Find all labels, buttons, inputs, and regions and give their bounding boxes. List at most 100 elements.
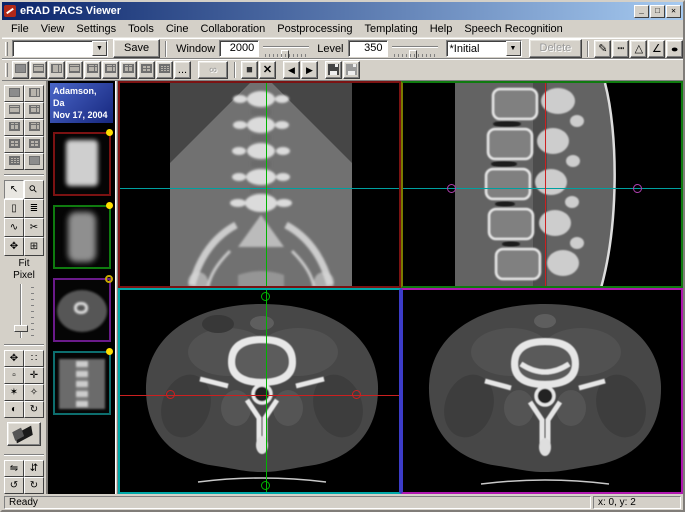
layout-2x2-button[interactable] (102, 61, 119, 79)
pencil-tool-button[interactable]: ✎ (594, 40, 611, 58)
thumbnail-scout-frontal[interactable] (53, 132, 111, 196)
ruler-tool-button[interactable]: ┉ (612, 40, 629, 58)
layout-1plus2-button[interactable] (66, 61, 83, 79)
layout-custom-button[interactable]: ... (174, 61, 191, 79)
palette-layout-3x3-button[interactable] (4, 136, 24, 153)
eraser-button[interactable] (7, 422, 41, 446)
menu-file[interactable]: File (5, 21, 35, 37)
layout-1plus3-button[interactable] (84, 61, 101, 79)
toolbar-grip[interactable] (5, 63, 8, 77)
angle-tool-button[interactable]: △ (630, 40, 647, 58)
palette-layout-2cols-button[interactable] (24, 85, 44, 102)
enhance-button[interactable]: ✶ (4, 384, 24, 401)
maximize-button[interactable]: □ (650, 5, 665, 18)
patient-banner[interactable]: Adamson, Da Nov 17, 2004 (50, 83, 113, 123)
palette-layout-2x2-button[interactable] (24, 102, 44, 119)
crosshair-handle[interactable] (633, 184, 642, 193)
viewport-axial[interactable] (401, 288, 684, 495)
link-series-button[interactable]: ∞ (198, 61, 228, 79)
flip-vertical-button[interactable]: ⇵ (24, 460, 44, 477)
state-combobox[interactable]: *Initial ▼ (446, 40, 522, 57)
crosshair-vertical[interactable] (266, 290, 267, 493)
crop-tool-button[interactable]: ✂ (24, 218, 44, 237)
pointer-tool-button[interactable]: ↖ (4, 180, 24, 199)
thumbnail-coronal[interactable] (53, 351, 111, 415)
window-slider-track[interactable] (263, 46, 309, 48)
crosshair-handle[interactable] (261, 481, 270, 490)
palette-layout-3x2-button[interactable] (4, 119, 24, 136)
viewport-coronal[interactable] (118, 81, 401, 288)
previous-series-button[interactable]: ◀ (283, 61, 300, 79)
crosshair-handle[interactable] (447, 184, 456, 193)
level-slider[interactable] (392, 41, 438, 57)
pan-tool-button[interactable]: ✥ (4, 237, 24, 256)
zoom-slider-thumb[interactable] (14, 325, 28, 332)
magnifier-tool-button[interactable]: ⚲ (24, 180, 44, 199)
pixel-label[interactable]: Pixel (13, 270, 35, 282)
stack-scroll-tool-button[interactable]: ≣ (24, 199, 44, 218)
next-series-button[interactable]: ▶ (301, 61, 318, 79)
menu-collaboration[interactable]: Collaboration (194, 21, 271, 37)
refresh-button[interactable]: ↻ (24, 401, 44, 418)
palette-layout-1x1-button[interactable] (4, 85, 24, 102)
crosshair-button[interactable]: ✛ (24, 367, 44, 384)
dot-grid-button[interactable]: ∷ (24, 350, 44, 367)
preset-combobox[interactable]: ▼ (12, 40, 108, 57)
zoom-slider[interactable] (11, 284, 37, 338)
sharpen-button[interactable]: ✧ (24, 384, 44, 401)
palette-layout-current-button[interactable] (24, 153, 44, 170)
palette-layout-2x2b-button[interactable] (24, 119, 44, 136)
level-value-field[interactable]: 350 (348, 40, 388, 57)
ellipse-roi-tool-button[interactable]: ● (666, 40, 683, 58)
crosshair-vertical[interactable] (266, 83, 267, 286)
chevron-down-icon[interactable]: ▼ (92, 41, 107, 56)
menu-templating[interactable]: Templating (359, 21, 424, 37)
window-value-field[interactable]: 2000 (219, 40, 259, 57)
window-slider[interactable] (263, 41, 309, 57)
save-button[interactable]: Save (113, 39, 160, 58)
roi-box-button[interactable]: ▫ (4, 367, 24, 384)
close-series-button[interactable]: ✕ (259, 61, 276, 79)
invert-button[interactable]: ◐ (4, 401, 24, 418)
crosshair-handle[interactable] (261, 292, 270, 301)
crosshair-vertical[interactable] (545, 83, 546, 286)
layout-4x4-button[interactable] (156, 61, 173, 79)
contrast-curve-tool-button[interactable]: ∿ (4, 218, 24, 237)
menu-help[interactable]: Help (424, 21, 459, 37)
window-level-tool-button[interactable]: ▯ (4, 199, 24, 218)
reset-pan-button[interactable]: ✥ (4, 350, 24, 367)
fit-label[interactable]: Fit (13, 258, 35, 270)
thumbnail-scout-lateral[interactable] (53, 205, 111, 269)
viewport-axial-reference[interactable] (118, 288, 401, 495)
toolbar-grip[interactable] (5, 42, 8, 56)
minimize-button[interactable]: _ (634, 5, 649, 18)
crosshair-horizontal[interactable] (120, 188, 399, 189)
menu-view[interactable]: View (35, 21, 71, 37)
crosshair-handle[interactable] (352, 390, 361, 399)
layout-2rows-button[interactable] (30, 61, 47, 79)
thumbnail-axial[interactable] (53, 278, 111, 342)
rotate-ccw-button[interactable]: ↺ (4, 477, 24, 494)
viewport-sagittal[interactable] (401, 81, 684, 288)
delete-button[interactable]: Delete (529, 39, 583, 58)
layout-3x3-button[interactable] (138, 61, 155, 79)
palette-layout-3x3b-button[interactable] (24, 136, 44, 153)
flip-horizontal-button[interactable]: ⇋ (4, 460, 24, 477)
menu-cine[interactable]: Cine (160, 21, 195, 37)
level-slider-track[interactable] (392, 46, 438, 48)
layout-3x2-button[interactable] (120, 61, 137, 79)
menu-tools[interactable]: Tools (122, 21, 160, 37)
save-state-alt-button[interactable] (343, 61, 360, 79)
save-state-button[interactable] (325, 61, 342, 79)
zoom-region-tool-button[interactable]: ⊞ (24, 237, 44, 256)
close-button[interactable]: ✕ (666, 5, 681, 18)
menu-speech-recognition[interactable]: Speech Recognition (458, 21, 568, 37)
menu-settings[interactable]: Settings (70, 21, 122, 37)
menu-postprocessing[interactable]: Postprocessing (271, 21, 358, 37)
layout-2cols-button[interactable] (48, 61, 65, 79)
crosshair-handle[interactable] (166, 390, 175, 399)
palette-layout-4x4-button[interactable] (4, 153, 24, 170)
rotate-cw-button[interactable]: ↻ (24, 477, 44, 494)
stop-cine-button[interactable]: ■ (241, 61, 258, 79)
palette-layout-2rows-button[interactable] (4, 102, 24, 119)
